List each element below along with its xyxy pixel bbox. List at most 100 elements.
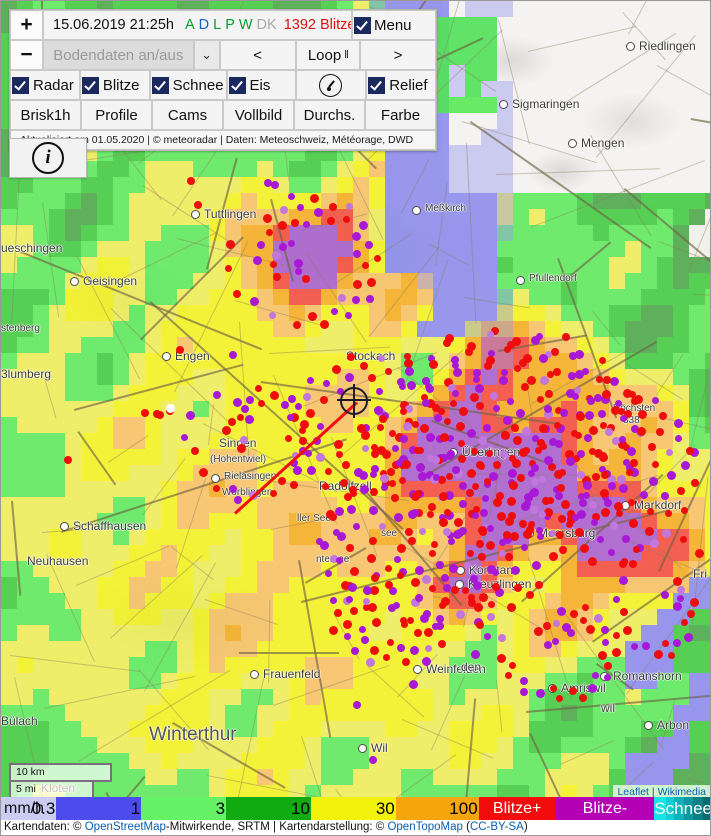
radar-cell: [529, 193, 545, 209]
action-button-vollbild[interactable]: Vollbild: [223, 100, 294, 130]
measurement-marker[interactable]: [340, 387, 368, 415]
abbr-a[interactable]: A: [185, 17, 195, 33]
radar-cell: [657, 273, 673, 289]
radar-cell: [673, 273, 689, 289]
radar-cell: [97, 369, 113, 385]
radar-cell: [129, 625, 145, 641]
speedometer-button[interactable]: [296, 70, 366, 100]
lightning-strike: [532, 561, 541, 570]
layer-toggle-blitze[interactable]: Blitze: [80, 70, 150, 100]
abbr-d[interactable]: D: [199, 17, 209, 33]
radar-cell: [497, 753, 513, 769]
radar-cell: [145, 225, 161, 241]
abbr-dk[interactable]: DK: [257, 17, 277, 33]
lightning-strike: [619, 436, 626, 443]
radar-cell: [129, 305, 145, 321]
action-button-brisk1h[interactable]: Brisk1h: [10, 100, 81, 130]
radar-cell: [529, 705, 545, 721]
action-button-farbe[interactable]: Farbe: [365, 100, 436, 130]
radar-cell: [1, 401, 17, 417]
radar-cell: [577, 577, 593, 593]
lightning-strike: [521, 544, 528, 551]
action-button-cams[interactable]: Cams: [152, 100, 223, 130]
radar-cell: [1, 289, 17, 305]
lightning-strike: [278, 477, 286, 485]
radar-cell: [49, 545, 65, 561]
layer-toggle-eis[interactable]: Eis: [227, 70, 297, 100]
radar-cell: [513, 753, 529, 769]
lightning-strike: [432, 623, 439, 630]
radar-cell: [161, 433, 177, 449]
radar-cell: [1, 465, 17, 481]
lightning-strike: [337, 532, 346, 541]
openstreetmap-link[interactable]: OpenStreetMap: [85, 821, 166, 833]
radar-cell: [81, 305, 97, 321]
layer-toggle-schnee[interactable]: Schnee: [150, 70, 227, 100]
next-frame-button[interactable]: >: [360, 40, 436, 70]
radar-cell: [673, 321, 689, 337]
lightning-strike: [601, 508, 610, 517]
lightning-strike: [549, 552, 558, 561]
legend-blitze-negative: Blitze-: [556, 797, 655, 820]
zoom-out-button[interactable]: −: [10, 40, 43, 70]
prev-frame-button[interactable]: <: [220, 40, 296, 70]
radar-cell: [97, 337, 113, 353]
abbr-w[interactable]: W: [239, 17, 253, 33]
radar-cell: [625, 737, 641, 753]
radar-cell: [257, 561, 273, 577]
loop-button[interactable]: Loop ‖: [296, 40, 360, 70]
radar-cell: [481, 657, 497, 673]
radar-cell: [177, 641, 193, 657]
lightning-strike: [509, 455, 516, 462]
abbr-p[interactable]: P: [225, 17, 235, 33]
lightning-strike: [389, 480, 396, 487]
radar-cell: [545, 273, 561, 289]
lightning-strike: [303, 221, 310, 228]
radar-cell: [161, 625, 177, 641]
license-link[interactable]: CC-BY-SA: [470, 821, 524, 833]
lightning-strike: [288, 240, 295, 247]
control-toolbar[interactable]: + 15.06.2019 21:25h A D L P W DK 1392 Bl…: [9, 9, 437, 151]
radar-cell: [33, 193, 49, 209]
zoom-in-button[interactable]: +: [10, 10, 43, 40]
legend-snow-segment: n: [684, 797, 693, 820]
radar-cell: [705, 305, 711, 321]
radar-cell: [97, 177, 113, 193]
action-button-profile[interactable]: Profile: [81, 100, 152, 130]
radar-cell: [17, 705, 33, 721]
legend-band: 3: [141, 797, 226, 820]
lightning-strike: [436, 615, 444, 623]
lightning-strike: [547, 497, 554, 504]
ground-data-select[interactable]: Bodendaten an/aus: [43, 40, 194, 70]
layer-toggle-relief[interactable]: Relief: [366, 70, 436, 100]
radar-cell: [465, 321, 481, 337]
menu-button[interactable]: Menu: [352, 10, 436, 40]
radar-cell: [449, 753, 465, 769]
radar-cell: [353, 769, 369, 785]
abbr-l[interactable]: L: [213, 17, 221, 33]
opentopomap-link[interactable]: OpenTopoMap: [387, 821, 462, 833]
radar-cell: [81, 385, 97, 401]
legend-snow-segment: c: [666, 797, 675, 820]
radar-cell: [33, 273, 49, 289]
layer-toggle-radar[interactable]: Radar: [10, 70, 80, 100]
radar-cell: [577, 769, 593, 785]
radar-cell: [625, 753, 641, 769]
radar-cell: [65, 241, 81, 257]
action-button-durchs[interactable]: Durchs.: [294, 100, 365, 130]
info-button[interactable]: i: [9, 138, 87, 178]
chevron-down-icon[interactable]: ⌄: [194, 40, 220, 70]
radar-cell: [97, 593, 113, 609]
radar-cell: [465, 81, 481, 97]
radar-cell: [225, 769, 241, 785]
lightning-strike: [652, 461, 659, 468]
radar-cell: [225, 513, 241, 529]
lightning-strike: [279, 243, 287, 251]
lightning-strike: [572, 393, 579, 400]
radar-cell: [177, 673, 193, 689]
radar-cell: [273, 577, 289, 593]
precipitation-legend[interactable]: mm/h0.3131030100Blitze+Blitze-Schnee: [1, 797, 711, 820]
radar-cell: [113, 225, 129, 241]
radar-cell: [433, 161, 449, 177]
lightning-strike: [348, 583, 357, 592]
